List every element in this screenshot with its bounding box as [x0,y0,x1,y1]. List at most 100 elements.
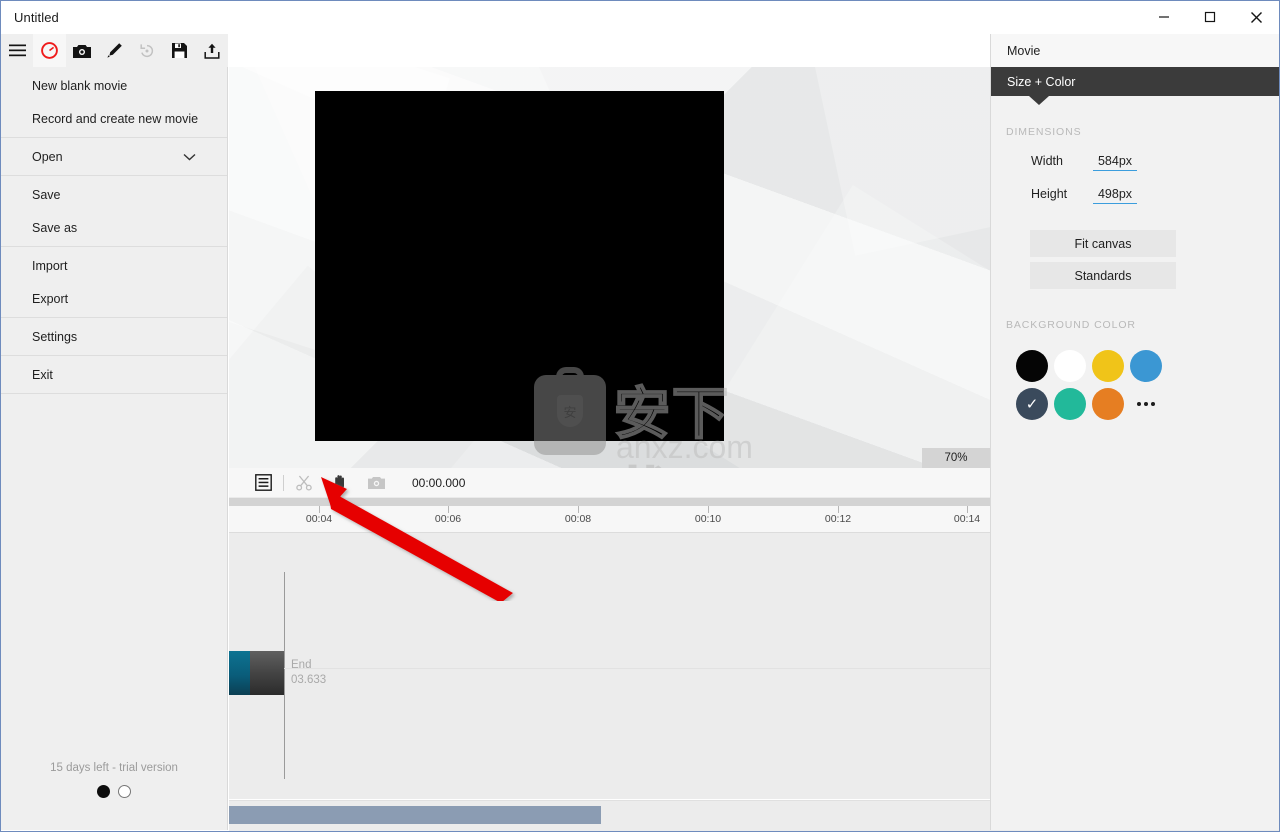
more-colors-icon[interactable] [1137,402,1155,406]
save-icon[interactable] [163,34,195,67]
menu-item-label: Export [32,291,69,306]
width-label: Width [1031,154,1063,168]
ruler-tick [967,506,968,513]
timeline-clip[interactable] [229,651,284,695]
menu-item-label: Open [32,149,63,164]
main-toolbar [1,34,228,67]
menu-item-label: New blank movie [32,78,128,93]
swatch-cell[interactable] [1127,385,1165,423]
close-icon[interactable] [1233,1,1279,33]
theme-toggle[interactable] [1,785,227,798]
scissors-icon[interactable] [286,468,322,498]
playhead-line[interactable] [284,572,285,779]
background-color-section-label: BACKGROUND COLOR [1006,319,1136,331]
window-controls [1141,1,1279,33]
camera-icon[interactable] [358,468,394,498]
ruler-tick-label: 00:04 [305,513,333,525]
swatch-cell[interactable] [1051,347,1089,385]
clip-end-time: 03.633 [291,674,327,686]
trial-status-text: 15 days left - trial version [50,762,178,774]
properties-panel: Movie Size + Color DIMENSIONS Width 584p… [990,34,1279,830]
movie-canvas[interactable] [315,91,724,441]
window-title: Untitled [14,9,59,25]
panel-title: Movie [991,34,1279,67]
height-label: Height [1031,187,1068,201]
menu-item-new-blank-movie[interactable]: New blank movie [1,69,227,102]
menu-item-label: Import [32,258,68,273]
menu-item-save-as[interactable]: Save as [1,211,227,244]
background-color-swatches: ✓ [1013,347,1279,423]
playhead-timecode[interactable]: 00:00.000 [412,476,465,490]
menu-item-import[interactable]: Import [1,249,227,282]
height-field-row: Height 498px [1031,187,1279,204]
menu-item-export[interactable]: Export [1,282,227,315]
screenshot-icon[interactable] [66,34,98,67]
menu-item-label: Exit [32,367,53,382]
menu-icon[interactable] [1,34,33,67]
panel-tab-row: Size + Color [991,67,1279,105]
swatch-blue[interactable] [1130,350,1162,382]
edit-pencil-icon[interactable] [98,34,130,67]
swatch-cell[interactable] [1051,385,1089,423]
swatch-black[interactable] [1016,350,1048,382]
clip-thumbnail-right [250,651,284,695]
record-icon[interactable] [33,34,66,67]
minimize-icon[interactable] [1141,1,1187,33]
swatch-cell[interactable] [1089,347,1127,385]
menu-group-5: Settings [1,318,227,356]
menu-item-save[interactable]: Save [1,178,227,211]
ruler-tick [578,506,579,513]
clip-end-label: End [291,659,312,671]
standards-button[interactable]: Standards [1030,262,1176,289]
swatch-cell[interactable]: ✓ [1013,385,1051,423]
ruler-tick-label: 00:10 [694,513,722,525]
ruler-tick-label: 00:06 [434,513,462,525]
horizontal-scrollbar-thumb[interactable] [229,806,601,824]
swatch-teal[interactable] [1054,388,1086,420]
application-window: Untitled New blank movie Record and crea… [0,0,1280,832]
file-menu-panel: New blank movie Record and create new mo… [1,67,228,830]
ruler-tick [448,506,449,513]
ruler-tick [319,506,320,513]
swatch-white[interactable] [1054,350,1086,382]
theme-dot-dark[interactable] [97,785,110,798]
menu-item-open[interactable]: Open [1,140,227,173]
menu-item-settings[interactable]: Settings [1,320,227,353]
swatch-cell[interactable] [1013,347,1051,385]
swatch-navy[interactable]: ✓ [1016,388,1048,420]
zoom-level-badge[interactable]: 70% [922,448,990,468]
chevron-down-icon [183,153,196,161]
ruler-tick-label: 00:08 [564,513,592,525]
theme-dot-light[interactable] [118,785,131,798]
clip-thumbnail-left [229,651,250,695]
menu-item-exit[interactable]: Exit [1,358,227,391]
export-icon[interactable] [196,34,228,67]
hand-icon[interactable] [322,468,358,498]
menu-item-record-and-create-new-movie[interactable]: Record and create new movie [1,102,227,135]
check-icon: ✓ [1025,395,1039,413]
swatch-cell[interactable] [1089,385,1127,423]
menu-group-2: Open [1,138,227,176]
swatch-yellow[interactable] [1092,350,1124,382]
menu-group-3: Save Save as [1,176,227,247]
swatch-orange[interactable] [1092,388,1124,420]
width-input[interactable]: 584px [1093,154,1137,171]
swatch-cell[interactable] [1127,347,1165,385]
menu-group-4: Import Export [1,247,227,318]
ruler-tick [708,506,709,513]
tab-size-color[interactable]: Size + Color [991,67,1279,96]
menu-item-label: Save as [32,220,78,235]
dimensions-section-label: DIMENSIONS [1006,126,1082,138]
ruler-tick-label: 00:14 [953,513,981,525]
undo-icon[interactable] [131,34,163,67]
tab-pointer-arrow [1029,96,1049,105]
toolbar-divider [283,474,284,491]
ruler-tick [838,506,839,513]
menu-group-1: New blank movie Record and create new mo… [1,67,227,138]
properties-icon[interactable] [245,468,281,498]
preview-stage[interactable]: 安 安下载 anxz.com 70% [229,67,990,468]
height-input[interactable]: 498px [1093,187,1137,204]
fit-canvas-button[interactable]: Fit canvas [1030,230,1176,257]
menu-item-label: Settings [32,329,78,344]
maximize-icon[interactable] [1187,1,1233,33]
